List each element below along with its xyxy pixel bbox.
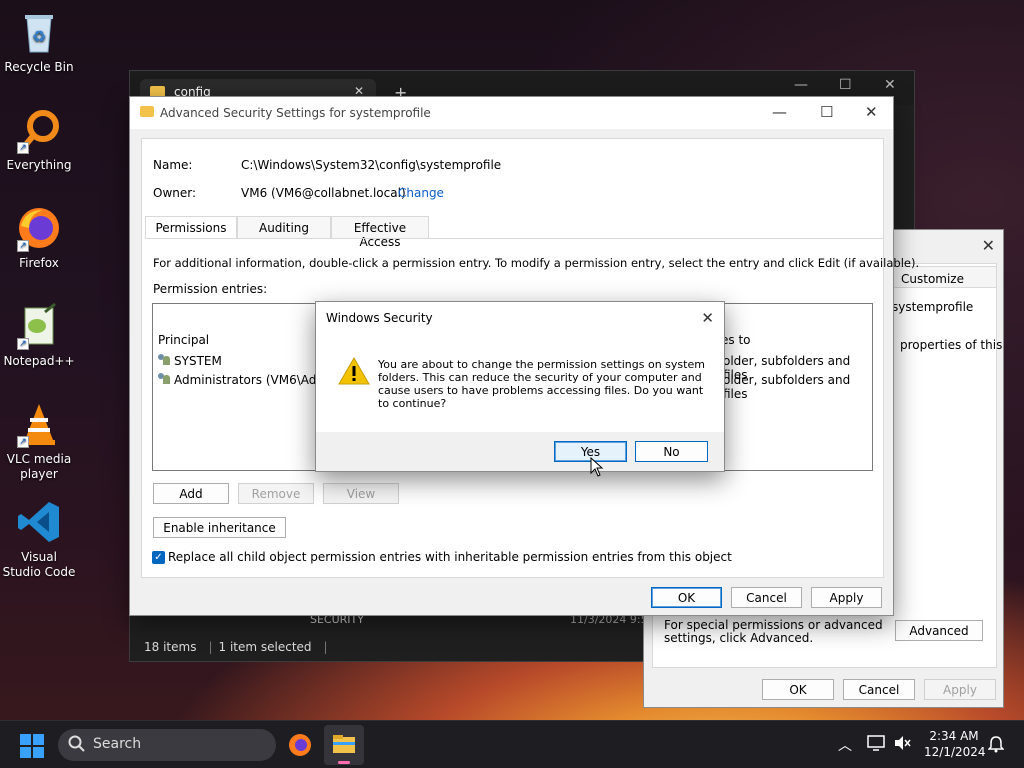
- advanced-hint-text: For special permissions or advanced sett…: [664, 618, 883, 645]
- column-header-applies-to[interactable]: es to: [721, 333, 751, 347]
- search-icon: [68, 735, 86, 757]
- tab-effective-access[interactable]: Effective Access: [331, 216, 429, 249]
- permission-entries-label: Permission entries:: [153, 282, 268, 296]
- apply-button[interactable]: Apply: [811, 587, 882, 608]
- change-owner-link[interactable]: Change: [398, 186, 444, 200]
- warning-icon: [338, 356, 370, 389]
- table-row[interactable]: Administrators (VM6\Admi: [157, 373, 331, 387]
- desktop-icon-label: VLC media player: [6, 452, 72, 481]
- desktop-icon-vscode[interactable]: Visual Studio Code: [2, 498, 76, 580]
- taskbar-file-explorer-icon[interactable]: [324, 725, 364, 765]
- desktop-icon-vlc[interactable]: ↗ VLC media player: [2, 400, 76, 482]
- advanced-button[interactable]: Advanced: [895, 620, 983, 641]
- vscode-icon: [15, 498, 63, 546]
- firefox-icon: ↗: [15, 204, 63, 252]
- notepadpp-icon: ↗: [15, 302, 63, 350]
- ok-button[interactable]: OK: [762, 679, 834, 700]
- user-group-icon: [157, 354, 171, 366]
- cancel-button[interactable]: Cancel: [843, 679, 915, 700]
- tab-auditing[interactable]: Auditing: [237, 216, 331, 238]
- shortcut-arrow-icon: ↗: [17, 338, 29, 350]
- shortcut-arrow-icon: ↗: [17, 436, 29, 448]
- minimize-icon[interactable]: —: [772, 103, 787, 121]
- taskbar-firefox-icon[interactable]: [288, 733, 312, 760]
- desktop-icon-label: Everything: [6, 158, 72, 172]
- remove-button[interactable]: Remove: [238, 483, 314, 504]
- vlc-icon: ↗: [15, 400, 63, 448]
- advanced-hint: For special permissions or advanced sett…: [664, 619, 894, 645]
- shortcut-arrow-icon: ↗: [17, 240, 29, 252]
- taskbar: Search ︿ 2:34 AM 12/1/2024: [0, 720, 1024, 768]
- name-value: C:\Windows\System32\config\systemprofile: [241, 158, 502, 172]
- notification-bell-icon[interactable]: [987, 735, 1005, 756]
- window-titlebar: Advanced Security Settings for systempro…: [130, 97, 893, 129]
- principal-name: Administrators (VM6\Admi: [174, 373, 332, 387]
- info-text: For additional information, double-click…: [153, 256, 920, 270]
- view-button[interactable]: View: [323, 483, 399, 504]
- enable-inheritance-button[interactable]: Enable inheritance: [153, 517, 286, 538]
- tab-permissions[interactable]: Permissions: [145, 216, 237, 239]
- table-row[interactable]: SYSTEM: [157, 354, 222, 368]
- desktop-icon-label: Visual Studio Code: [2, 550, 76, 579]
- desktop-icon-firefox[interactable]: ↗ Firefox: [2, 204, 76, 271]
- dialog-title: Windows Security: [326, 311, 433, 325]
- desktop-icon-everything[interactable]: ↗ Everything: [2, 106, 76, 173]
- close-icon[interactable]: ✕: [982, 236, 995, 255]
- taskbar-search[interactable]: Search: [58, 729, 276, 761]
- user-group-icon: [157, 373, 171, 385]
- no-button[interactable]: No: [635, 441, 708, 462]
- tab-divider: [145, 238, 884, 239]
- status-separator: |: [208, 640, 213, 654]
- principal-name: SYSTEM: [174, 354, 222, 368]
- clock[interactable]: 2:34 AM 12/1/2024: [924, 728, 986, 760]
- cancel-button[interactable]: Cancel: [731, 587, 802, 608]
- minimize-icon[interactable]: —: [794, 77, 808, 93]
- add-button[interactable]: Add: [153, 483, 229, 504]
- dialog-message: You are about to change the permission s…: [378, 358, 705, 410]
- maximize-icon[interactable]: ☐: [820, 103, 833, 121]
- close-icon[interactable]: ✕: [884, 77, 896, 93]
- dialog-titlebar: Windows Security ✕: [316, 302, 724, 334]
- dialog-body: You are about to change the permission s…: [316, 334, 724, 432]
- owner-label: Owner:: [153, 186, 197, 200]
- object-name-partial: systemprofile: [892, 300, 974, 314]
- maximize-icon[interactable]: ☐: [839, 77, 852, 93]
- recycle-bin-icon: ♻: [15, 8, 63, 56]
- everything-icon: ↗: [15, 106, 63, 154]
- desktop-icon-label: Firefox: [19, 256, 59, 270]
- window-title: Advanced Security Settings for systempro…: [160, 106, 431, 120]
- status-selected: 1 item selected: [218, 640, 312, 654]
- chevron-up-icon[interactable]: ︿: [838, 735, 852, 755]
- search-placeholder: Search: [93, 736, 142, 752]
- desktop-icon-recycle-bin[interactable]: ♻ Recycle Bin: [2, 8, 76, 75]
- clock-date: 12/1/2024: [924, 745, 986, 759]
- volume-muted-icon[interactable]: [893, 735, 911, 754]
- folder-icon: [140, 106, 154, 117]
- row-applies-to: older, subfolders and files: [723, 373, 851, 401]
- windows-logo-icon: [20, 734, 44, 758]
- name-label: Name:: [153, 158, 193, 172]
- shortcut-arrow-icon: ↗: [17, 142, 29, 154]
- apply-button[interactable]: Apply: [924, 679, 996, 700]
- close-icon[interactable]: ✕: [701, 309, 714, 327]
- status-separator: |: [323, 640, 328, 654]
- status-item-count: 18 items: [144, 640, 197, 654]
- owner-value: VM6 (VM6@collabnet.local): [241, 186, 406, 200]
- ok-button[interactable]: OK: [651, 587, 722, 608]
- network-icon[interactable]: [867, 735, 885, 754]
- start-button[interactable]: [20, 734, 44, 758]
- properties-text-partial: properties of this: [900, 338, 1003, 352]
- column-header-principal[interactable]: Principal: [158, 333, 209, 347]
- desktop-icon-label: Notepad++: [3, 354, 75, 368]
- close-icon[interactable]: ✕: [865, 103, 878, 121]
- clock-time: 2:34 AM: [929, 729, 979, 743]
- windows-security-dialog: Windows Security ✕ You are about to chan…: [315, 301, 725, 472]
- desktop-icon-label: Recycle Bin: [4, 60, 74, 74]
- svg-text:♻: ♻: [32, 27, 46, 46]
- replace-child-permissions-checkbox[interactable]: ✓: [152, 551, 165, 564]
- desktop-icon-notepadpp[interactable]: ↗ Notepad++: [2, 302, 76, 369]
- replace-child-permissions-label[interactable]: Replace all child object permission entr…: [168, 550, 732, 564]
- mouse-cursor-icon: [590, 456, 604, 480]
